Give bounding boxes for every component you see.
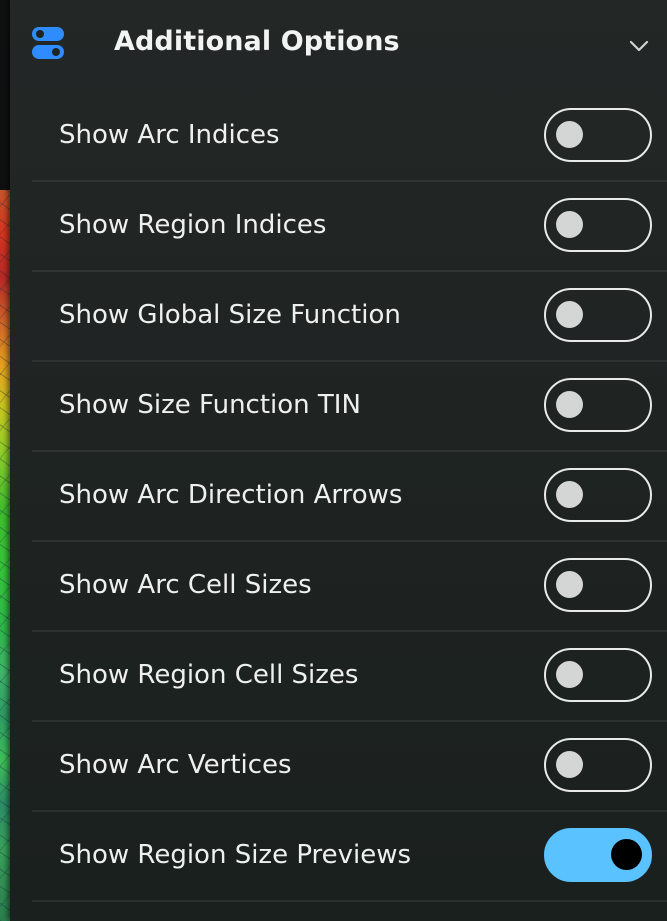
toggle-knob (556, 301, 583, 328)
toggle-arc-direction-arrows[interactable] (544, 468, 652, 522)
toggle-knob (556, 751, 583, 778)
option-row-global-size-function: Show Global Size Function (32, 272, 667, 362)
toggle-knob (556, 481, 583, 508)
option-row-size-function-tin: Show Size Function TIN (32, 362, 667, 452)
option-label: Show Arc Cell Sizes (59, 570, 312, 600)
option-row-arc-direction-arrows: Show Arc Direction Arrows (32, 452, 667, 542)
option-row-region-size-previews: Show Region Size Previews (32, 812, 667, 902)
toggle-knob (611, 839, 642, 870)
screen: Additional Options Show Arc Indices Show… (0, 0, 667, 921)
chevron-down-icon[interactable] (628, 38, 650, 54)
toggle-arc-indices[interactable] (544, 108, 652, 162)
option-label: Show Arc Vertices (59, 750, 292, 780)
toggle-arc-vertices[interactable] (544, 738, 652, 792)
option-label: Show Region Size Previews (59, 840, 412, 870)
toggle-arc-cell-sizes[interactable] (544, 558, 652, 612)
additional-options-header[interactable]: Additional Options (10, 0, 667, 92)
toggle-knob (556, 121, 583, 148)
option-label: Show Arc Direction Arrows (59, 480, 403, 510)
toggle-region-cell-sizes[interactable] (544, 648, 652, 702)
toggle-knob (556, 571, 583, 598)
option-row-region-indices: Show Region Indices (32, 182, 667, 272)
option-label: Show Arc Indices (59, 120, 280, 150)
toggle-settings-icon (32, 27, 64, 59)
option-label: Show Size Function TIN (59, 390, 361, 420)
toggle-knob (556, 211, 583, 238)
options-list: Show Arc Indices Show Region Indices Sho… (10, 92, 667, 902)
toggle-global-size-function[interactable] (544, 288, 652, 342)
option-label: Show Region Cell Sizes (59, 660, 359, 690)
toggle-size-function-tin[interactable] (544, 378, 652, 432)
section-title: Additional Options (114, 26, 400, 57)
option-label: Show Global Size Function (59, 300, 401, 330)
toggle-knob (556, 661, 583, 688)
option-row-region-cell-sizes: Show Region Cell Sizes (32, 632, 667, 722)
additional-options-panel: Additional Options Show Arc Indices Show… (10, 0, 667, 921)
toggle-knob (556, 391, 583, 418)
option-label: Show Region Indices (59, 210, 327, 240)
option-row-arc-vertices: Show Arc Vertices (32, 722, 667, 812)
option-row-arc-cell-sizes: Show Arc Cell Sizes (32, 542, 667, 632)
toggle-region-size-previews[interactable] (544, 828, 652, 882)
toggle-region-indices[interactable] (544, 198, 652, 252)
option-row-arc-indices: Show Arc Indices (32, 92, 667, 182)
